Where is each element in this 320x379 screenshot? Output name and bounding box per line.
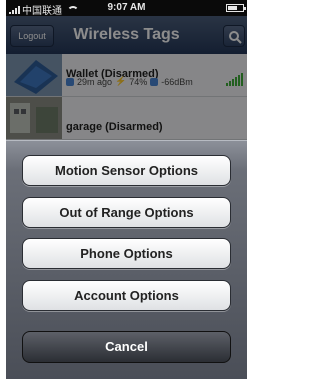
phone-screen: 中国联通 9:07 AM Logout Wireless Tags Wallet… [6,0,247,379]
status-time: 9:07 AM [107,2,146,13]
phone-options-button[interactable]: Phone Options [22,238,231,269]
action-sheet: Motion Sensor Options Out of Range Optio… [6,140,247,379]
status-bar: 中国联通 9:07 AM [6,0,247,17]
account-options-button[interactable]: Account Options [22,280,231,311]
dim-overlay [6,16,247,140]
motion-sensor-options-button[interactable]: Motion Sensor Options [22,155,231,186]
battery-icon [226,4,246,12]
out-of-range-options-button[interactable]: Out of Range Options [22,197,231,228]
cancel-button[interactable]: Cancel [22,331,231,363]
